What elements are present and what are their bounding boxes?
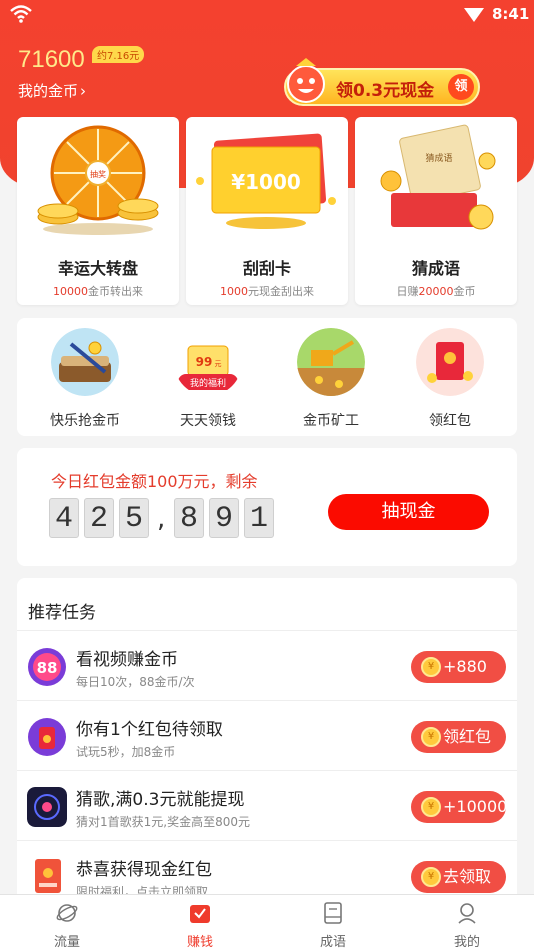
claim-cash-text: 领0.3元现金 xyxy=(336,81,435,101)
claim-button[interactable]: 领 xyxy=(448,74,474,100)
idiom-board-text: 猜成语 xyxy=(425,152,452,164)
scratch-card-amount: ¥1000 xyxy=(231,170,301,194)
task-row[interactable]: 88 看视频赚金币 每日10次，88金币/次 ¥ +880 xyxy=(17,630,517,700)
remaining-amount-message: 今日红包金额100万元，剩余 xyxy=(51,472,258,491)
counter-digit: 2 xyxy=(84,498,114,538)
red-packet-icon xyxy=(28,718,66,756)
bottom-navigation: 流量 赚钱 成语 我的 xyxy=(0,894,534,949)
nav-label: 我的 xyxy=(453,935,480,949)
shovel-coins-icon xyxy=(51,328,119,396)
coin-value-badge: 约7.16元 xyxy=(92,46,145,63)
game-title: 猜成语 xyxy=(411,259,460,278)
my-coins-label: 我的金币 xyxy=(18,82,79,100)
signal-icon xyxy=(464,8,484,22)
status-bar: 8:41 xyxy=(0,0,534,30)
counter-separator: , xyxy=(157,504,166,534)
tasks-title: 推荐任务 xyxy=(28,603,96,623)
counter-digit: 4 xyxy=(49,498,79,538)
game-card-wheel[interactable]: 抽奖 幸运大转盘 10000金币转出来 xyxy=(17,117,179,305)
counter-digit: 8 xyxy=(174,498,204,538)
lucky-wheel-icon: 抽奖 xyxy=(37,125,159,235)
nav-tab-earn[interactable]: 赚钱 xyxy=(133,899,267,949)
quick-label: 快乐抢金币 xyxy=(50,413,120,429)
game-card-scratch[interactable]: ¥1000 刮刮卡 1000元现金刮出来 xyxy=(186,117,348,305)
task-subtitle: 每日10次，88金币/次 xyxy=(76,675,195,689)
recommended-tasks: 推荐任务 88 看视频赚金币 每日10次，88金币/次 ¥ +880 你有1个红包… xyxy=(17,578,517,908)
quick-label: 领红包 xyxy=(429,413,471,429)
wheel-center-text: 抽奖 xyxy=(90,169,106,179)
clock: 8:41 xyxy=(492,5,530,23)
excavator-icon xyxy=(297,328,365,396)
coin-balance[interactable]: 71600 xyxy=(18,46,85,74)
welfare-icon: 99 元 我的福利 xyxy=(174,328,242,396)
welfare-badge-value: 99 xyxy=(196,355,213,369)
wifi-icon xyxy=(10,5,32,23)
quick-label: 天天领钱 xyxy=(180,413,236,429)
task-name: 看视频赚金币 xyxy=(76,650,178,670)
coin-icon: ¥ xyxy=(421,727,441,747)
person-icon xyxy=(458,903,476,924)
quick-coin-miner[interactable]: 金币矿工 xyxy=(286,328,376,430)
nav-tab-idiom[interactable]: 成语 xyxy=(266,899,400,949)
planet-icon xyxy=(56,904,78,922)
counter-digit: 1 xyxy=(244,498,274,538)
quick-label: 金币矿工 xyxy=(303,413,359,429)
claim-cash-banner[interactable]: 领0.3元现金 领 xyxy=(284,58,480,106)
chevron-right-icon: › xyxy=(80,82,87,100)
quick-grab-coins[interactable]: 快乐抢金币 xyxy=(40,328,130,430)
game-card-idiom[interactable]: 猜成语 猜成语 日赚20000金币 xyxy=(355,117,517,305)
idiom-board-icon: 猜成语 xyxy=(380,124,496,230)
nav-label: 流量 xyxy=(53,935,80,949)
video-icon-text: 88 xyxy=(37,659,58,677)
nav-label: 赚钱 xyxy=(186,935,213,949)
coin-icon: ¥ xyxy=(421,657,441,677)
draw-cash-panel: 今日红包金额100万元，剩余 4 2 5 , 8 9 1 抽现金 xyxy=(17,448,517,566)
task-action-button[interactable]: ¥ 领红包 xyxy=(411,721,506,753)
game-subtitle: 10000金币转出来 xyxy=(53,285,143,298)
counter-digit: 5 xyxy=(119,498,149,538)
wallet-icon xyxy=(190,905,210,923)
task-row[interactable]: 猜歌,满0.3元就能提现 猜对1首歌获1元,奖金高至800元 ¥ +10000 xyxy=(17,770,517,840)
coin-icon: ¥ xyxy=(421,797,441,817)
nav-tab-traffic[interactable]: 流量 xyxy=(0,899,134,949)
task-name: 你有1个红包待领取 xyxy=(76,720,223,740)
video-coins-icon: 88 xyxy=(28,648,66,686)
red-envelope-icon xyxy=(416,328,484,396)
music-disc-icon xyxy=(27,787,67,827)
draw-cash-button[interactable]: 抽现金 xyxy=(328,494,489,530)
quick-access-panel: 快乐抢金币 99 元 我的福利 天天领钱 金币矿工 领红包 xyxy=(17,318,517,436)
game-subtitle: 日赚20000金币 xyxy=(396,285,476,298)
game-title: 刮刮卡 xyxy=(242,259,291,278)
game-subtitle: 1000元现金刮出来 xyxy=(220,285,314,298)
quick-daily-money[interactable]: 99 元 我的福利 天天领钱 xyxy=(163,328,253,430)
nav-tab-profile[interactable]: 我的 xyxy=(400,899,534,949)
nav-label: 成语 xyxy=(319,935,346,949)
scratch-card-icon: ¥1000 xyxy=(196,133,336,229)
task-row[interactable]: 你有1个红包待领取 试玩5秒，加8金币 ¥ 领红包 xyxy=(17,700,517,770)
counter-digit: 9 xyxy=(209,498,239,538)
task-action-button[interactable]: ¥ 去领取 xyxy=(411,861,506,893)
mascot-icon xyxy=(287,58,325,103)
coin-icon: ¥ xyxy=(421,867,441,887)
task-name: 猜歌,满0.3元就能提现 xyxy=(76,790,245,810)
task-action-button[interactable]: ¥ +880 xyxy=(411,651,506,683)
task-name: 恭喜获得现金红包 xyxy=(76,860,212,880)
game-title: 幸运大转盘 xyxy=(57,259,138,278)
task-subtitle: 猜对1首歌获1元,奖金高至800元 xyxy=(76,815,250,829)
cash-envelope-icon xyxy=(35,859,61,893)
my-coins-link[interactable]: 我的金币 › xyxy=(18,80,86,101)
welfare-badge-unit: 元 xyxy=(215,360,222,368)
task-action-button[interactable]: ¥ +10000 xyxy=(411,791,507,823)
task-subtitle: 试玩5秒，加8金币 xyxy=(76,745,176,759)
welfare-ribbon: 我的福利 xyxy=(190,377,226,389)
quick-red-envelope[interactable]: 领红包 xyxy=(405,328,495,430)
book-icon xyxy=(324,902,342,924)
